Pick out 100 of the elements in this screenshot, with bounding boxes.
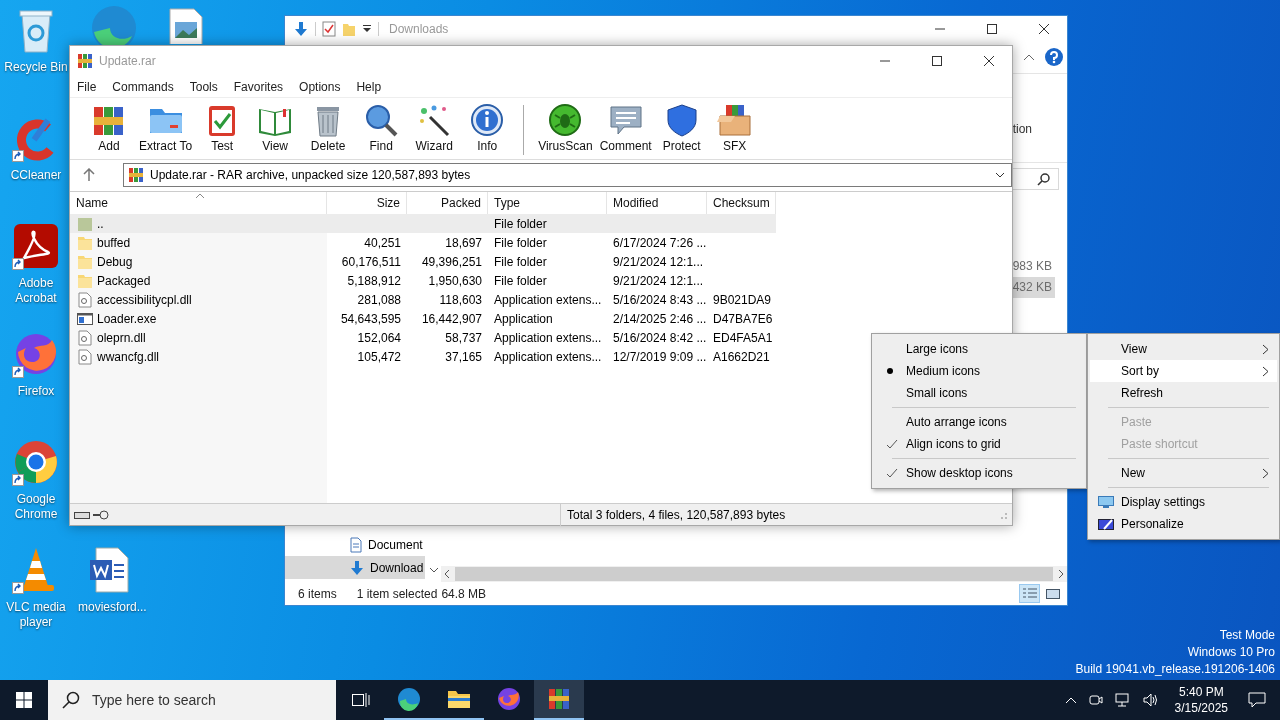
menu-item[interactable]: Refresh: [1090, 382, 1277, 404]
menu-item[interactable]: Auto arrange icons: [874, 411, 1084, 433]
archive-path-dropdown[interactable]: Update.rar - RAR archive, unpacked size 120,587,893 bytes: [123, 162, 1012, 187]
menu-item[interactable]: Options: [294, 76, 346, 97]
archive-app-icon: [77, 53, 93, 69]
monitor-icon: [1098, 495, 1114, 509]
maximize-icon: [932, 56, 942, 66]
file-row[interactable]: Loader.exe 54,643,595 16,442,907 Application 2/14/2025 2:46 ... D47BA7E6: [70, 309, 776, 328]
table-cell-text: 281,088: [356, 291, 402, 309]
file-row[interactable]: buffed 40,251 18,697 File folder 6/17/2024 7:26 ...: [70, 233, 776, 252]
scroll-down-icon[interactable]: [429, 566, 439, 574]
toolbar-button[interactable]: Find: [356, 101, 407, 153]
bug-icon: [547, 103, 584, 137]
menu-item[interactable]: View: [1090, 338, 1277, 360]
toolbar-button[interactable]: SFX: [709, 101, 760, 153]
speaker-icon[interactable]: [1142, 693, 1159, 707]
menu-item[interactable]: Small icons: [874, 382, 1084, 404]
up-arrow-icon[interactable]: [83, 167, 95, 182]
archive-app-icon: [128, 166, 144, 183]
file-row[interactable]: Debug 60,176,511 49,396,251 File folder 9/21/2024 12:1...: [70, 252, 776, 271]
clock-date: 3/15/2025: [1174, 700, 1228, 716]
chevron-up-icon[interactable]: [1064, 696, 1077, 704]
toolbar-button[interactable]: Wizard: [409, 101, 460, 153]
application-window-icon: [77, 310, 93, 327]
download-arrow-icon: [293, 20, 309, 37]
clock[interactable]: 5:40 PM 3/15/2025: [1164, 684, 1238, 716]
taskbar-app-button[interactable]: [534, 680, 584, 720]
toolbar-button[interactable]: View: [250, 101, 301, 153]
network-icon[interactable]: [1114, 693, 1131, 707]
scroll-right-icon[interactable]: [1057, 569, 1065, 579]
file-row[interactable]: oleprn.dll 152,064 58,737 Application extens... 5/16/2024 8:42 ... ED4FA5A1: [70, 328, 776, 347]
table-cell-text: D47BA7E6: [712, 310, 774, 328]
file-row[interactable]: Packaged 5,188,912 1,950,630 File folder 9/21/2024 12:1...: [70, 271, 776, 290]
help-icon[interactable]: [1045, 48, 1063, 66]
menu-item[interactable]: Commands: [107, 76, 179, 97]
table-cell-text: 40,251: [363, 234, 402, 252]
selection-size: 64.8 MB: [441, 586, 487, 601]
toolbar-button[interactable]: Comment: [597, 101, 654, 153]
toolbar-button[interactable]: Test: [197, 101, 248, 153]
os-watermark-text: Windows 10 Pro: [1187, 644, 1275, 661]
search-field[interactable]: Type here to search: [90, 691, 336, 709]
menu-item[interactable]: Medium icons: [874, 360, 1084, 382]
table-cell-text: File folder: [493, 253, 548, 271]
window-title: Update.rar: [99, 54, 157, 68]
table-cell-text: A1662D21: [712, 348, 771, 366]
box-icon: [716, 103, 753, 137]
toolbar-button[interactable]: Protect: [656, 101, 707, 153]
window-title: Downloads: [388, 21, 450, 36]
menu-item[interactable]: Favorites: [228, 76, 289, 97]
menu-item[interactable]: File: [72, 76, 102, 97]
menu-item[interactable]: Tools: [184, 76, 223, 97]
table-cell-text: Application: [493, 310, 554, 328]
scroll-left-icon[interactable]: [443, 569, 451, 579]
sort-caret-icon: [195, 193, 205, 199]
ribbon-label[interactable]: tion: [1012, 122, 1032, 136]
caret-icon[interactable]: [362, 23, 372, 34]
menu-item[interactable]: Show desktop icons: [874, 462, 1084, 484]
menu-item[interactable]: Sort by: [1090, 360, 1277, 382]
menu-item[interactable]: Large icons: [874, 338, 1084, 360]
image-file-icon[interactable]: [168, 8, 204, 44]
table-cell-text: Application extens...: [493, 291, 603, 309]
resize-grip-icon[interactable]: [998, 510, 1008, 520]
file-row[interactable]: accessibilitycpl.dll 281,088 118,603 Application extens... 5/16/2024 8:43 ... 9B021DA9: [70, 290, 776, 309]
toolbar-button[interactable]: Delete: [303, 101, 354, 153]
file-row[interactable]: .. File folder: [70, 214, 776, 233]
close-icon: [1039, 23, 1049, 34]
camera-icon[interactable]: [1088, 693, 1103, 707]
table-cell-text: 5,188,912: [346, 272, 402, 290]
table-cell-text: 1,950,630: [427, 272, 483, 290]
file-row[interactable]: 432 KB: [1011, 277, 1055, 298]
nav-item[interactable]: Download: [285, 556, 425, 579]
toolbar-button[interactable]: Extract To: [137, 101, 195, 153]
nav-item[interactable]: Document: [285, 533, 425, 556]
menu-item[interactable]: Help: [351, 76, 387, 97]
toolbar-button[interactable]: VirusScan: [536, 101, 595, 153]
table-cell-text: 9/21/2024 12:1...: [612, 272, 705, 290]
menu-item[interactable]: Personalize: [1090, 513, 1277, 535]
menu-item[interactable]: New: [1090, 462, 1277, 484]
chevron-down-icon: [995, 171, 1005, 178]
search-box[interactable]: Type here to search: [48, 680, 336, 720]
search-icon: [62, 691, 80, 709]
menu-item[interactable]: Align icons to grid: [874, 433, 1084, 455]
os-watermark-text: Build 19041.vb_release.191206-1406: [1075, 661, 1275, 678]
windows-logo-icon: [16, 692, 32, 708]
table-cell-text: 2/14/2025 2:46 ...: [612, 310, 707, 328]
details-view-icon: [1022, 587, 1037, 600]
os-watermark-text: Test Mode: [1219, 627, 1275, 644]
horizontal-scrollbar[interactable]: [441, 566, 1067, 582]
notifications-icon[interactable]: [1248, 692, 1266, 708]
menu-item[interactable]: Display settings: [1090, 491, 1277, 513]
folder-icon: [77, 272, 93, 289]
toolbar-button[interactable]: Info: [462, 101, 513, 153]
table-cell-text: 60,176,511: [340, 253, 402, 271]
toolbar-button[interactable]: Add: [84, 101, 134, 153]
collapse-ribbon-icon[interactable]: [1023, 53, 1035, 61]
table-cell-text: 9/21/2024 12:1...: [612, 253, 705, 271]
file-name: wwancfg.dll: [97, 349, 160, 364]
file-row[interactable]: 983 KB: [1011, 256, 1055, 277]
table-cell-text: 54,643,595: [339, 310, 402, 328]
file-row[interactable]: wwancfg.dll 105,472 37,165 Application extens... 12/7/2019 9:09 ... A1662D21: [70, 347, 776, 366]
